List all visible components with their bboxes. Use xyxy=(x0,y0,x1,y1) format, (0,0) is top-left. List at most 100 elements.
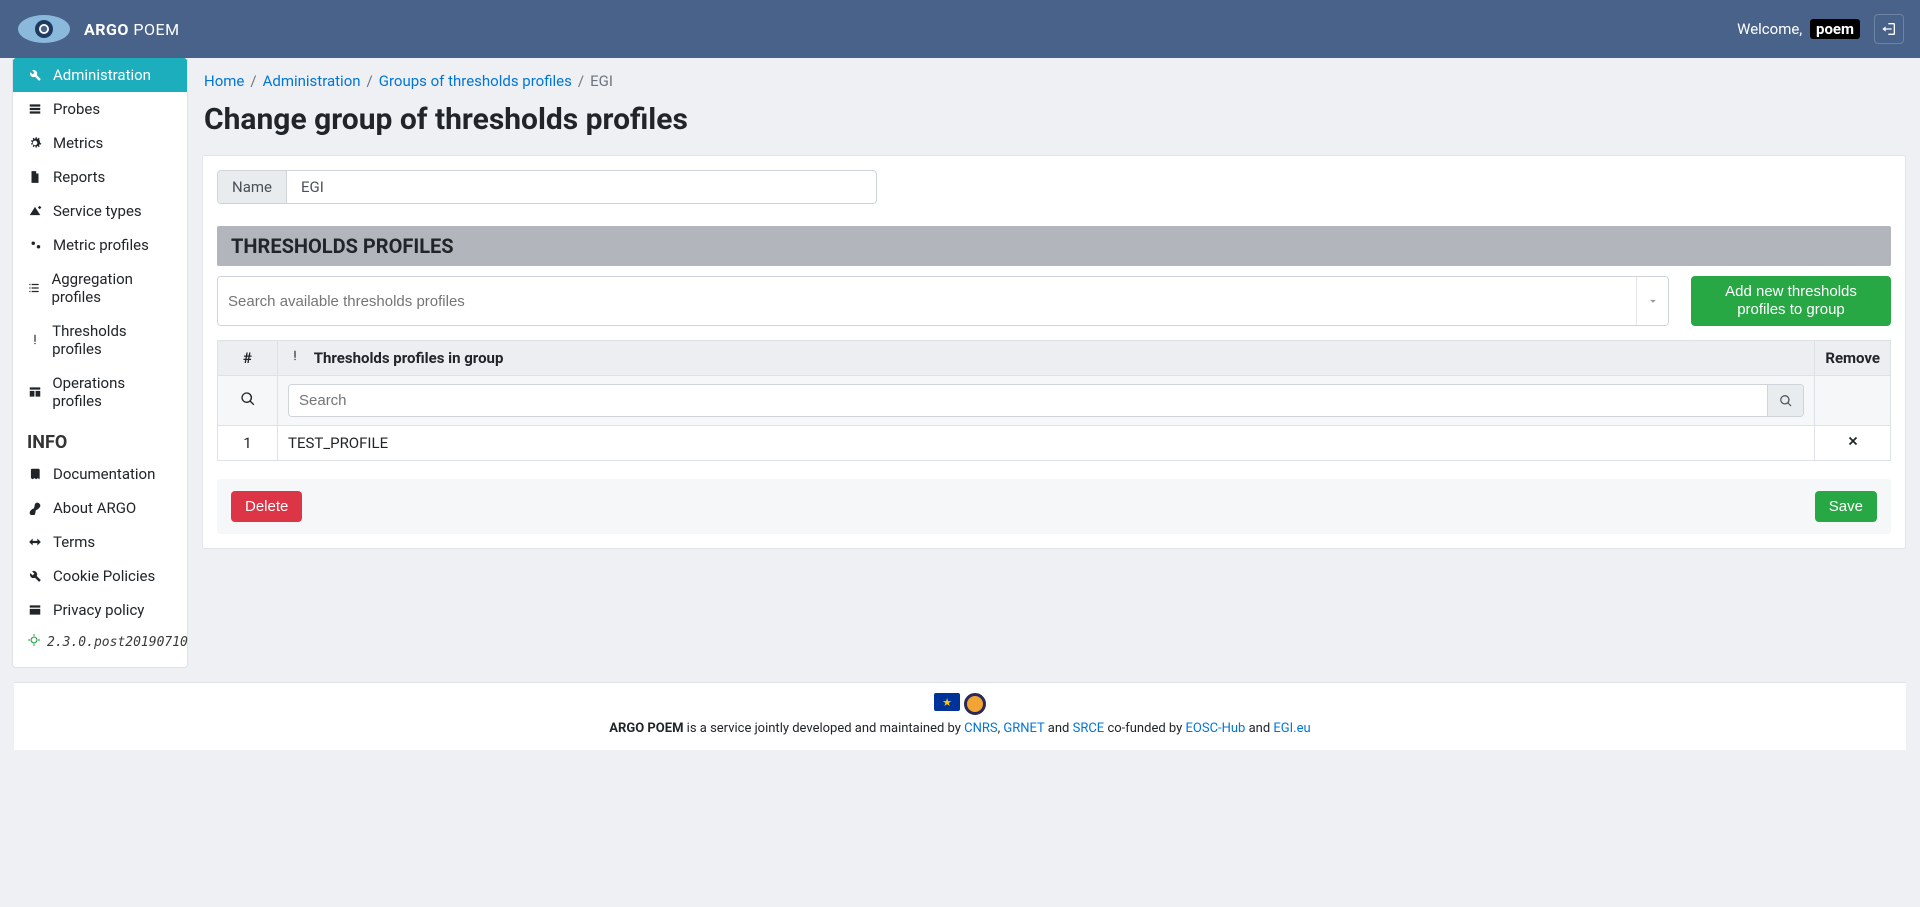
sign-icon xyxy=(27,204,43,218)
form-card: Name EGI THRESHOLDS PROFILES Add new thr… xyxy=(202,155,1906,549)
profiles-table: # Thresholds profiles in group Remove xyxy=(217,340,1891,461)
cogs-icon xyxy=(27,238,43,252)
sidebar-item-label: Administration xyxy=(53,66,151,84)
col-header-name: Thresholds profiles in group xyxy=(278,341,1815,376)
sidebar-item-label: Cookie Policies xyxy=(53,567,155,585)
chevron-down-icon xyxy=(1646,294,1660,308)
wrench-icon xyxy=(27,68,43,82)
link-icon xyxy=(27,501,43,515)
footer-brand: ARGO POEM xyxy=(609,721,683,736)
exclaim-icon xyxy=(27,333,42,347)
sidebar-item-metrics[interactable]: Metrics xyxy=(13,126,187,160)
sidebar-item-label: Operations profiles xyxy=(52,374,173,410)
window-icon xyxy=(27,603,43,617)
breadcrumb-separator: / xyxy=(578,72,584,90)
sidebar-item-label: Terms xyxy=(53,533,95,551)
sidebar-item-label: Service types xyxy=(53,202,142,220)
breadcrumb-item: EGI xyxy=(590,72,613,90)
row-num: 1 xyxy=(218,426,278,461)
close-icon xyxy=(1846,434,1860,448)
file-icon xyxy=(27,170,43,184)
main-content: Home / Administration / Groups of thresholds… xyxy=(188,58,1920,549)
version-text: 2.3.0.post20190710 xyxy=(47,635,188,650)
sidebar-item-aggregation-profiles[interactable]: Aggregation profiles xyxy=(13,262,187,314)
search-row-icon-cell xyxy=(218,376,278,426)
table-search-input[interactable] xyxy=(289,385,1767,416)
search-row-input-cell xyxy=(278,376,1815,426)
logout-button[interactable] xyxy=(1874,14,1904,44)
welcome-text: Welcome, poem xyxy=(1737,20,1860,38)
save-button[interactable]: Save xyxy=(1815,491,1877,522)
col-header-num: # xyxy=(218,341,278,376)
sidebar-item-reports[interactable]: Reports xyxy=(13,160,187,194)
sidebar-info-privacy-policy[interactable]: Privacy policy xyxy=(13,593,187,627)
sidebar-item-operations-profiles[interactable]: Operations profiles xyxy=(13,366,187,418)
footer-link-egi[interactable]: EGI.eu xyxy=(1273,721,1310,736)
name-field-group: Name EGI xyxy=(217,170,877,204)
sidebar-item-label: Metric profiles xyxy=(53,236,149,254)
breadcrumb-item[interactable]: Administration xyxy=(263,72,361,90)
sidebar-info-cookie-policies[interactable]: Cookie Policies xyxy=(13,559,187,593)
brand-logo: ARGO POEM xyxy=(16,12,180,46)
breadcrumb-item[interactable]: Home xyxy=(204,72,244,90)
version-row: 2.3.0.post20190710 xyxy=(13,627,187,657)
search-icon xyxy=(240,393,256,411)
list-icon xyxy=(27,281,41,295)
sidebar-item-thresholds-profiles[interactable]: Thresholds profiles xyxy=(13,314,187,366)
sidebar-item-metric-profiles[interactable]: Metric profiles xyxy=(13,228,187,262)
sidebar-item-label: Reports xyxy=(53,168,105,186)
eosc-logo-icon xyxy=(964,693,986,715)
eye-icon xyxy=(16,12,72,46)
sidebar-info-about-argo[interactable]: About ARGO xyxy=(13,491,187,525)
add-profiles-button[interactable]: Add new thresholds profiles to group xyxy=(1691,276,1891,326)
available-profiles-combo[interactable] xyxy=(217,276,1669,326)
footer-link-grnet[interactable]: GRNET xyxy=(1003,721,1044,736)
sidebar-item-label: About ARGO xyxy=(53,499,136,517)
row-remove-cell xyxy=(1815,426,1891,461)
username-chip: poem xyxy=(1810,19,1860,39)
sidebar-item-service-types[interactable]: Service types xyxy=(13,194,187,228)
remove-button[interactable] xyxy=(1825,434,1880,452)
sidebar-item-administration[interactable]: Administration xyxy=(13,58,187,92)
table-icon xyxy=(27,385,42,399)
breadcrumb: Home / Administration / Groups of thresholds… xyxy=(204,72,1906,90)
footer-link-eosc[interactable]: EOSC-Hub xyxy=(1186,721,1246,736)
crosshair-icon xyxy=(27,633,41,651)
breadcrumb-item[interactable]: Groups of thresholds profiles xyxy=(379,72,572,90)
sidebar-info-terms[interactable]: Terms xyxy=(13,525,187,559)
sidebar-info-documentation[interactable]: Documentation xyxy=(13,457,187,491)
page-title: Change group of thresholds profiles xyxy=(204,102,1906,137)
name-value: EGI xyxy=(287,171,876,203)
delete-button[interactable]: Delete xyxy=(231,491,302,522)
sidebar: Administration Probes Metrics Reports Se… xyxy=(12,58,188,668)
sidebar-info-header: INFO xyxy=(13,418,187,457)
table-row: 1 TEST_PROFILE xyxy=(218,426,1891,461)
row-name: TEST_PROFILE xyxy=(278,426,1815,461)
col-header-remove: Remove xyxy=(1815,341,1891,376)
available-profiles-input[interactable] xyxy=(218,277,1636,325)
logout-icon xyxy=(1881,21,1897,37)
sidebar-item-label: Documentation xyxy=(53,465,155,483)
eu-flag-icon: ★ xyxy=(934,693,960,711)
footer: ★ ARGO POEM is a service jointly develop… xyxy=(14,682,1906,750)
book-icon xyxy=(27,467,43,481)
search-row-remove-cell xyxy=(1815,376,1891,426)
breadcrumb-separator: / xyxy=(367,72,373,90)
sidebar-item-label: Privacy policy xyxy=(53,601,144,619)
section-header: THRESHOLDS PROFILES xyxy=(217,226,1891,266)
sidebar-item-probes[interactable]: Probes xyxy=(13,92,187,126)
combo-dropdown-button[interactable] xyxy=(1636,277,1668,325)
sidebar-item-label: Metrics xyxy=(53,134,103,152)
hands-icon xyxy=(27,535,43,549)
footer-text: is a service jointly developed and maint… xyxy=(683,721,964,736)
cog-icon xyxy=(27,136,43,150)
footer-flags: ★ xyxy=(14,693,1906,715)
sidebar-item-label: Aggregation profiles xyxy=(51,270,173,306)
table-search-button[interactable] xyxy=(1767,385,1803,416)
sidebar-item-label: Thresholds profiles xyxy=(52,322,173,358)
footer-link-srce[interactable]: SRCE xyxy=(1073,721,1105,736)
name-label: Name xyxy=(218,171,287,203)
breadcrumb-separator: / xyxy=(250,72,256,90)
search-icon xyxy=(1779,394,1793,408)
footer-link-cnrs[interactable]: CNRS xyxy=(964,721,997,736)
